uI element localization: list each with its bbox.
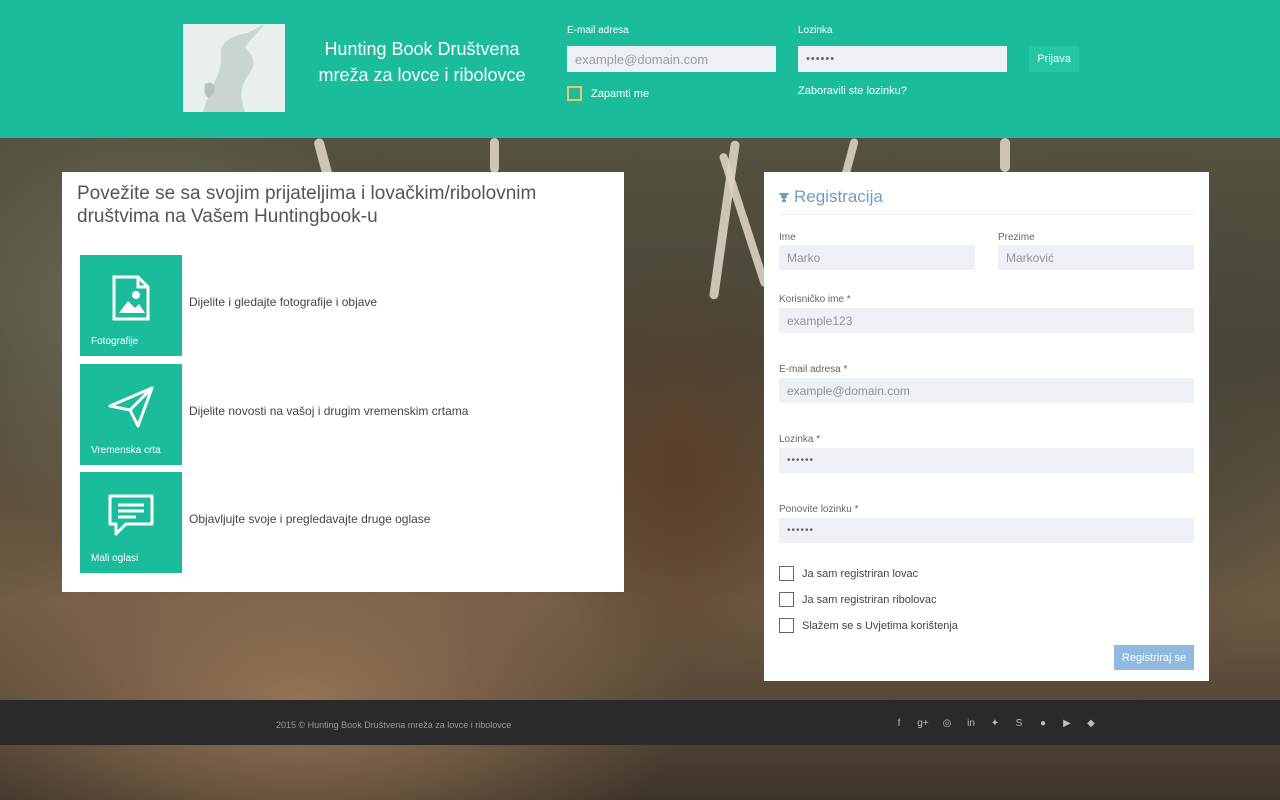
password-label: Lozinka * (779, 434, 821, 445)
first-name-input[interactable] (779, 245, 975, 270)
forgot-password-link[interactable]: Zaboravili ste lozinku? (798, 85, 907, 97)
tile-label: Mali oglasi (91, 553, 139, 564)
header-bar: Hunting Book Društvena mreža za lovce i … (0, 0, 1280, 138)
linkedin-icon[interactable]: in (964, 718, 978, 730)
feature-description: Dijelite novosti na vašoj i drugim vreme… (189, 404, 469, 418)
last-name-input[interactable] (998, 245, 1194, 270)
feature-description: Dijelite i gledajte fotografije i objave (189, 295, 378, 309)
feature-description: Objavljujte svoje i pregledavajte druge … (189, 512, 431, 526)
brand-title: Hunting Book Društvena mreža za lovce i … (318, 39, 526, 85)
email-label: E-mail adresa * (779, 364, 848, 375)
remember-me-checkbox[interactable]: Zapamti me (567, 86, 649, 101)
feature-classifieds: Mali oglasi Objavljujte svoje i pregleda… (80, 472, 620, 574)
email-input[interactable] (779, 378, 1194, 403)
antler-shape (1000, 138, 1010, 172)
github-icon[interactable]: ● (1036, 718, 1050, 730)
dropbox-icon[interactable]: ◆ (1084, 718, 1098, 730)
hunter-checkbox[interactable]: Ja sam registriran lovac (779, 566, 918, 581)
checkbox-box[interactable] (779, 618, 794, 633)
feature-timeline: Vremenska crta Dijelite novosti na vašoj… (80, 364, 620, 466)
fisher-checkbox[interactable]: Ja sam registriran ribolovac (779, 592, 937, 607)
terms-checkbox[interactable]: Slažem se s Uvjetima korištenja (779, 618, 958, 633)
skype-icon[interactable]: S (1012, 718, 1026, 730)
login-button[interactable]: Prijava (1029, 46, 1079, 72)
registration-panel: Registracija Ime Prezime Korisničko ime … (764, 172, 1209, 681)
username-label: Korisničko ime * (779, 294, 851, 305)
terms-checkbox-label: Slažem se s Uvjetima korištenja (802, 619, 958, 632)
hunter-checkbox-label: Ja sam registriran lovac (802, 567, 919, 580)
checkbox-box[interactable] (567, 86, 582, 101)
registration-title: Registracija (794, 187, 883, 206)
tile-classifieds[interactable]: Mali oglasi (80, 472, 182, 573)
dribbble-icon[interactable]: ◎ (940, 718, 954, 730)
image-icon (112, 275, 150, 321)
twitter-icon[interactable]: ✦ (988, 718, 1002, 730)
password-input[interactable]: •••••• (779, 448, 1194, 473)
tile-timeline[interactable]: Vremenska crta (80, 364, 182, 465)
intro-title: Povežite se sa svojim prijateljima i lov… (77, 183, 537, 227)
last-name-label: Prezime (998, 232, 1035, 243)
username-input[interactable] (779, 308, 1194, 333)
tile-label: Vremenska crta (91, 445, 161, 456)
trophy-icon (779, 193, 789, 202)
google-plus-icon[interactable]: g+ (916, 718, 930, 730)
repeat-password-label: Ponovite lozinku * (779, 504, 859, 515)
register-button[interactable]: Registriraj se (1114, 645, 1194, 670)
repeat-password-input[interactable]: •••••• (779, 518, 1194, 543)
tile-label: Fotografije (91, 336, 139, 347)
antler-shape (490, 138, 499, 173)
footer-bar: 2015 © Hunting Book Društvena mreža za l… (0, 700, 1280, 745)
remember-me-label: Zapamti me (591, 87, 650, 100)
login-password-input[interactable]: •••••• (798, 46, 1007, 72)
login-email-input[interactable] (567, 46, 776, 72)
fisher-checkbox-label: Ja sam registriran ribolovac (802, 593, 937, 606)
checkbox-box[interactable] (779, 592, 794, 607)
login-email-label: E-mail adresa (567, 25, 629, 36)
intro-panel: Povežite se sa svojim prijateljima i lov… (62, 172, 624, 592)
paper-plane-icon (108, 386, 154, 428)
copyright-text: 2015 © Hunting Book Društvena mreža za l… (276, 720, 512, 730)
first-name-label: Ime (779, 232, 796, 243)
facebook-icon[interactable]: f (892, 718, 906, 730)
chat-icon (108, 494, 154, 536)
youtube-icon[interactable]: ▶ (1060, 718, 1074, 730)
social-links: f g+ ◎ in ✦ S ● ▶ ◆ (892, 718, 1098, 730)
deer-logo-icon[interactable] (183, 24, 285, 112)
tile-photos[interactable]: Fotografije (80, 255, 182, 356)
login-password-label: Lozinka (798, 25, 833, 36)
feature-photos: Fotografije Dijelite i gledajte fotograf… (80, 255, 620, 357)
checkbox-box[interactable] (779, 566, 794, 581)
registration-header: Registracija (779, 180, 1194, 215)
